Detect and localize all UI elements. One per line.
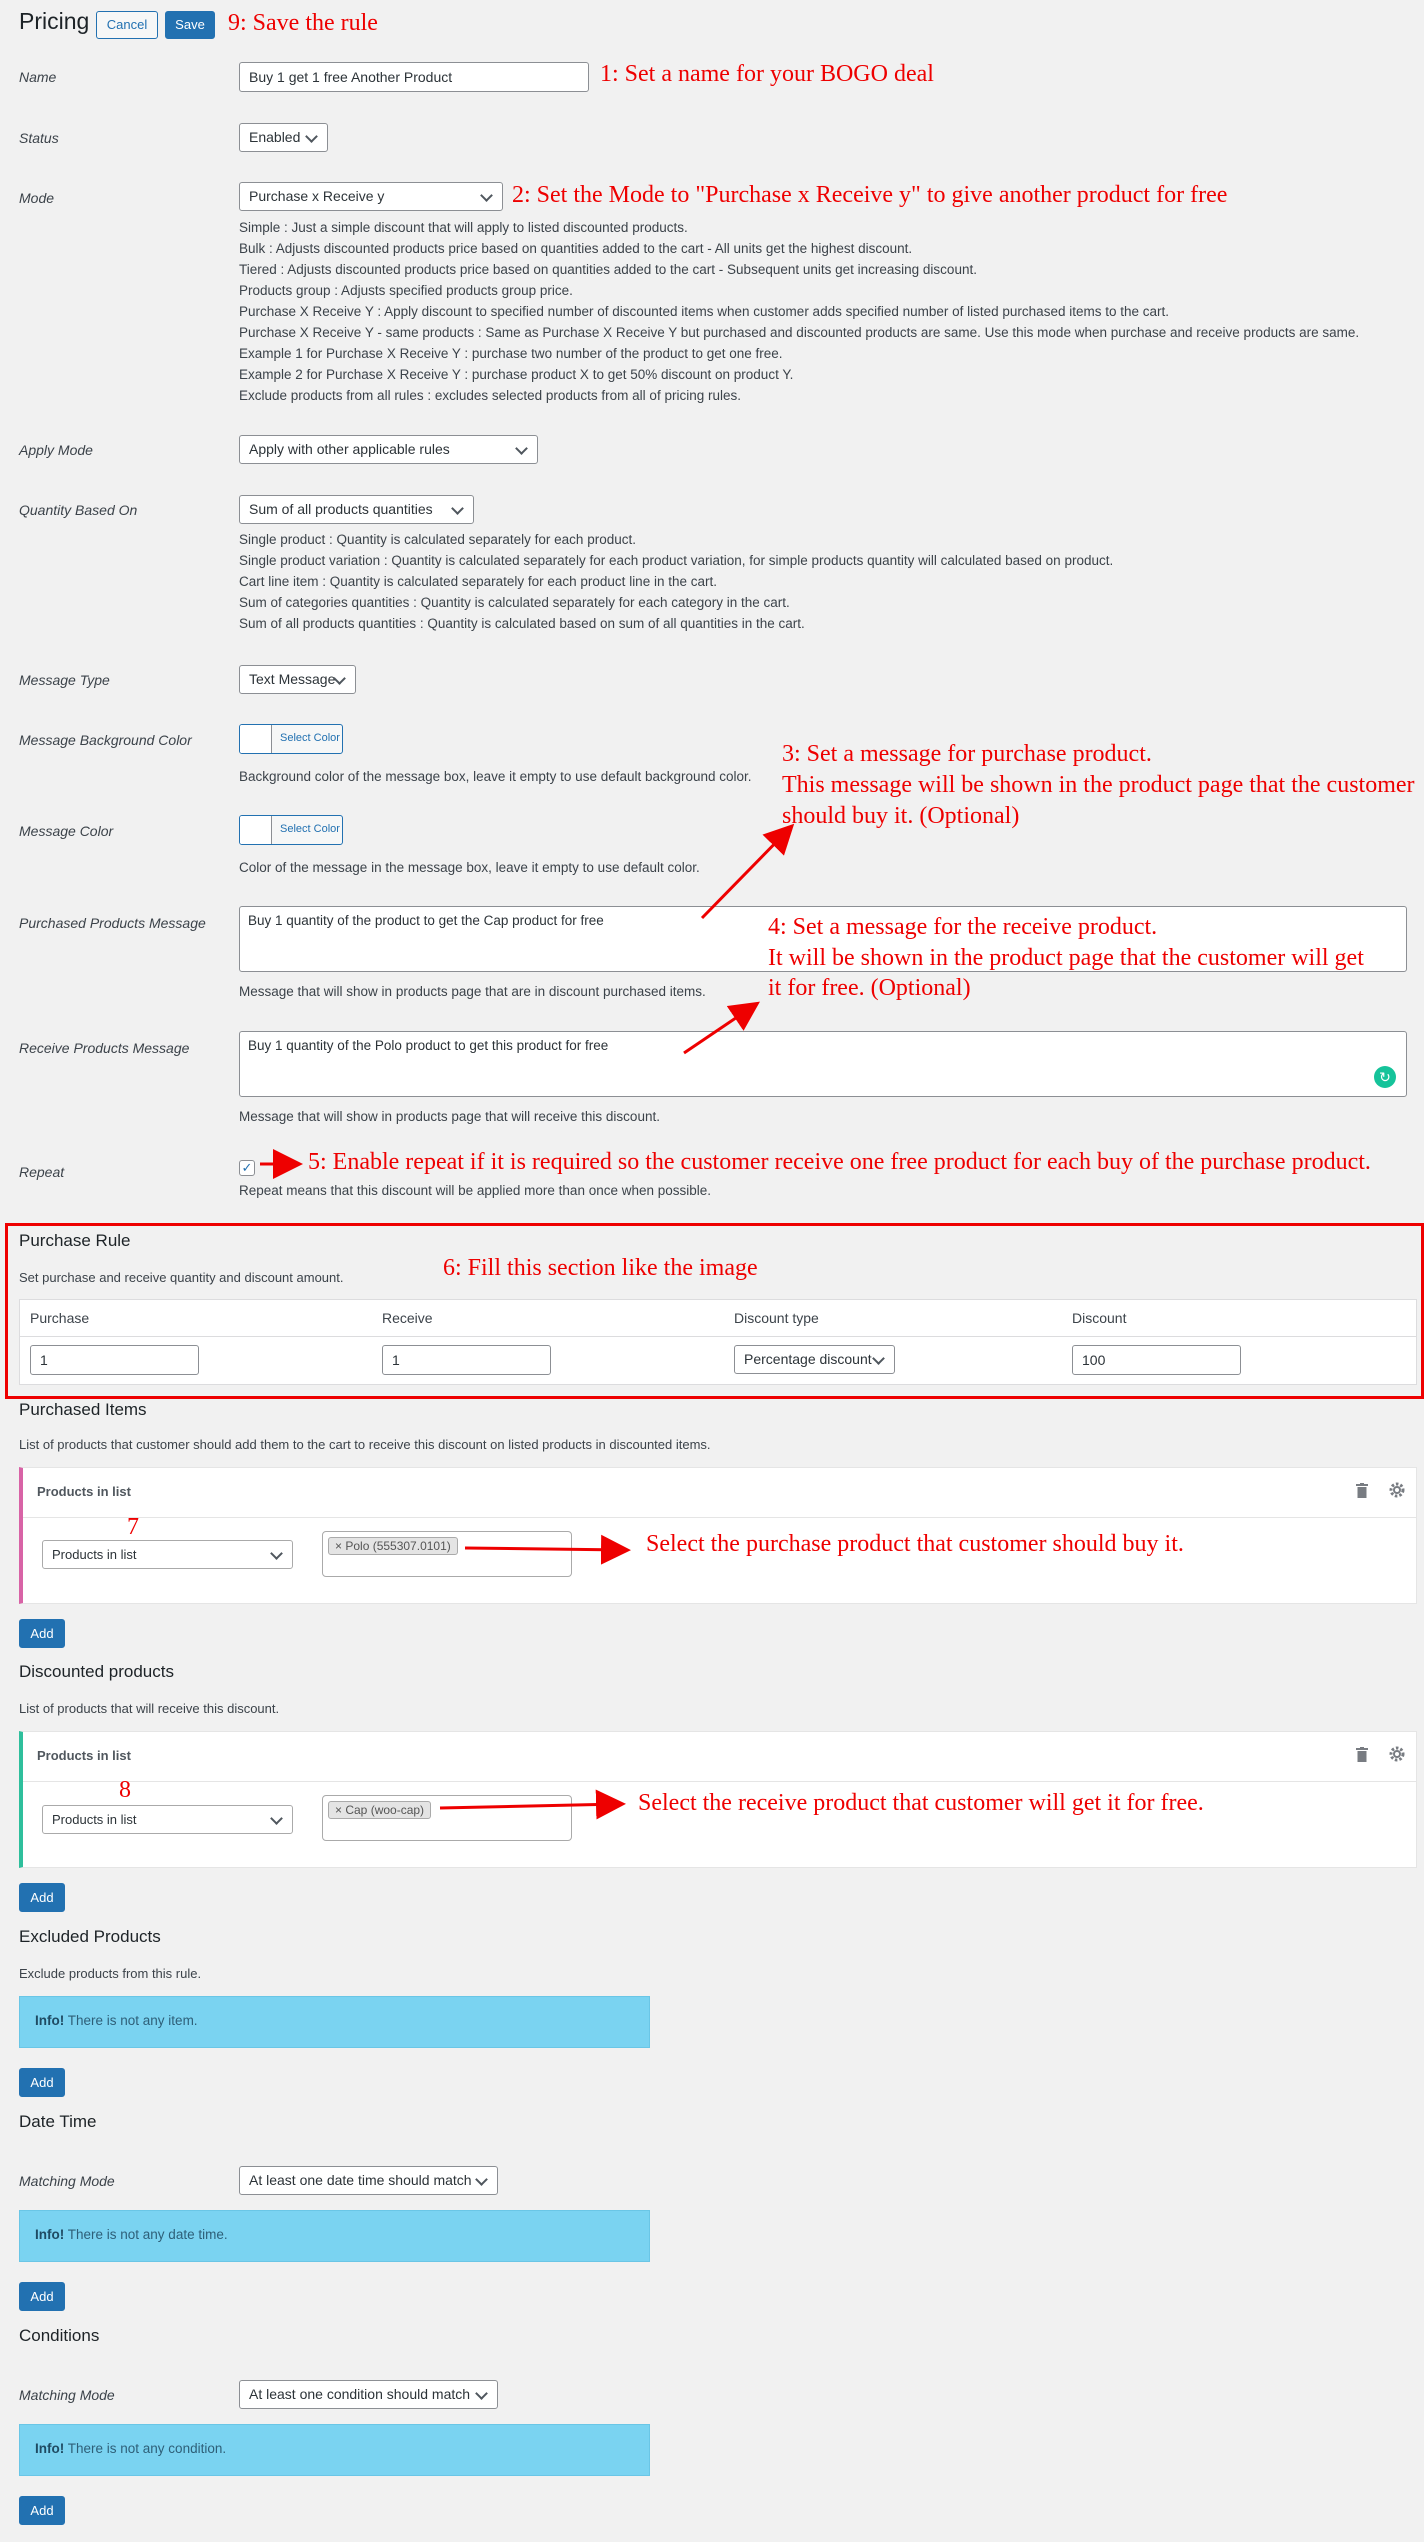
arrow-7 bbox=[464, 1534, 631, 1565]
arrow-8 bbox=[439, 1789, 626, 1820]
arrow-4 bbox=[683, 1001, 760, 1055]
arrow-3 bbox=[700, 823, 795, 920]
annotation-arrows bbox=[260, 823, 795, 1820]
